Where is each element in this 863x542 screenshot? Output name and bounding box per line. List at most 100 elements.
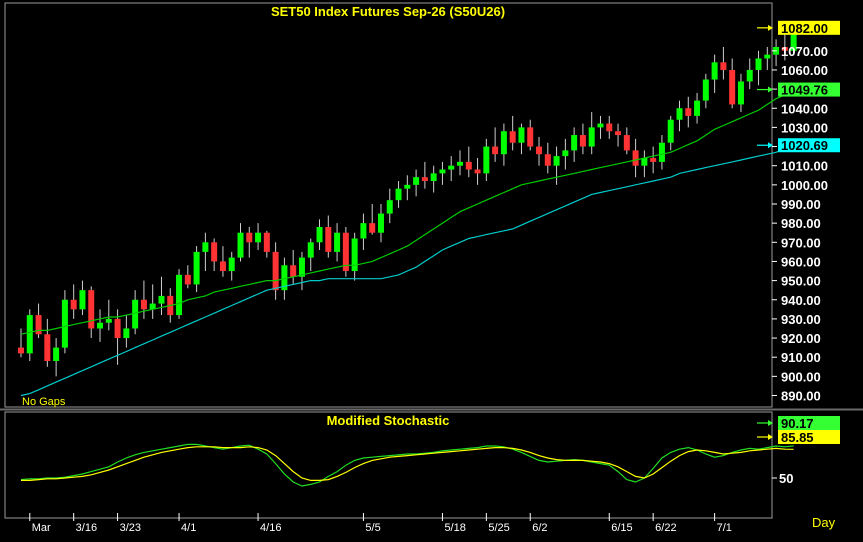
candle-body (430, 173, 437, 182)
stoch-y-tick-label: 50 (779, 471, 793, 486)
candle-body (500, 131, 507, 155)
candle-body (413, 177, 420, 185)
candle-body (694, 100, 701, 116)
x-tick-label: 6/22 (655, 522, 676, 534)
x-tick-label: 5/18 (444, 522, 465, 534)
candle-body (553, 156, 560, 166)
candle-body (492, 146, 499, 155)
candle-body (386, 200, 393, 214)
candle-body (351, 238, 358, 272)
candle-body (193, 251, 200, 285)
candle-body (97, 322, 104, 329)
candle-body (720, 62, 727, 70)
candle-body (369, 223, 376, 233)
y-tick-label: 1060.00 (781, 63, 828, 78)
candle-body (457, 161, 463, 166)
candle-body (588, 127, 595, 147)
y-tick-label: 1010.00 (781, 159, 828, 174)
candle-body (615, 131, 622, 136)
candle-body (325, 226, 332, 252)
candle-body (79, 290, 86, 310)
value-label-text: 1049.76 (781, 83, 828, 98)
y-tick-label: 950.00 (781, 274, 821, 289)
chart-svg: 1070.001060.001050.001040.001030.001020.… (0, 2, 863, 534)
candle-body (439, 169, 446, 174)
candle-body (360, 223, 367, 239)
y-tick-label: 970.00 (781, 235, 821, 250)
x-tick-label: 7/1 (717, 522, 732, 534)
candle-body (202, 242, 209, 252)
candle-body (140, 299, 147, 310)
y-tick-label: 930.00 (781, 312, 821, 327)
candle-body (711, 62, 718, 80)
chart-window: 1070.001060.001050.001040.001030.001020.… (0, 0, 863, 537)
candle-body (53, 347, 60, 362)
value-label-text: 1082.00 (781, 21, 828, 36)
x-tick-label: 4/16 (260, 522, 281, 534)
y-tick-label: 1070.00 (781, 44, 828, 59)
value-label-text: 90.17 (781, 416, 814, 431)
candle-body (105, 318, 112, 323)
candle-body (334, 232, 341, 252)
x-tick-label: 6/2 (532, 522, 547, 534)
candle-body (228, 257, 235, 272)
candle-body (737, 81, 744, 105)
candle-body (395, 188, 402, 201)
candle-body (509, 131, 516, 143)
value-label-text: 85.85 (781, 430, 814, 445)
x-tick-label: 5/25 (488, 522, 509, 534)
stoch-chart-title: Modified Stochastic (327, 413, 450, 428)
candle-body (474, 169, 481, 174)
y-tick-label: 1030.00 (781, 120, 828, 135)
y-tick-label: 1000.00 (781, 178, 828, 193)
candle-body (176, 274, 183, 316)
candle-body (184, 274, 191, 285)
y-tick-label: 910.00 (781, 350, 821, 365)
candle-body (755, 58, 762, 70)
candle-body (544, 154, 551, 166)
x-tick-label: 3/23 (120, 522, 141, 534)
y-tick-label: 960.00 (781, 254, 821, 269)
candle-body (377, 213, 384, 233)
x-tick-label: 4/1 (181, 522, 196, 534)
stoch-y-axis: 50 (772, 471, 793, 486)
candle-body (404, 184, 411, 189)
candle-body (26, 315, 33, 354)
candle-body (263, 232, 270, 252)
candle-body (88, 290, 95, 329)
candle-body (536, 146, 543, 155)
candle-body (685, 108, 692, 116)
candle-body (219, 261, 226, 272)
x-tick-label: Mar (32, 522, 51, 534)
candle-body (272, 251, 279, 291)
candle-body (483, 146, 490, 174)
y-tick-label: 900.00 (781, 369, 821, 384)
candle-body (667, 119, 674, 143)
candle-body (211, 242, 218, 262)
value-label-text: 1020.69 (781, 138, 828, 153)
candle-body (562, 150, 569, 157)
candle-body (764, 54, 771, 59)
candle-body (421, 177, 428, 182)
candle-body (702, 79, 709, 101)
candle-body (632, 150, 639, 166)
candle-body (579, 135, 586, 147)
candle-body (316, 226, 323, 243)
candle-body (61, 299, 68, 348)
candle-body (465, 161, 472, 170)
period-label: Day (812, 515, 836, 530)
candle-body (70, 299, 77, 310)
y-tick-label: 1040.00 (781, 101, 828, 116)
candle-body (448, 165, 455, 170)
candle-body (641, 158, 648, 166)
y-tick-label: 980.00 (781, 216, 821, 231)
y-tick-label: 920.00 (781, 331, 821, 346)
x-tick-label: 6/15 (611, 522, 632, 534)
candle-body (290, 265, 297, 277)
main-chart-title: SET50 Index Futures Sep-26 (S50U26) (271, 4, 505, 19)
candle-body (527, 127, 534, 147)
x-tick-label: 3/16 (76, 522, 97, 534)
y-tick-label: 940.00 (781, 293, 821, 308)
candle-body (255, 232, 262, 243)
candle-body (571, 135, 578, 151)
